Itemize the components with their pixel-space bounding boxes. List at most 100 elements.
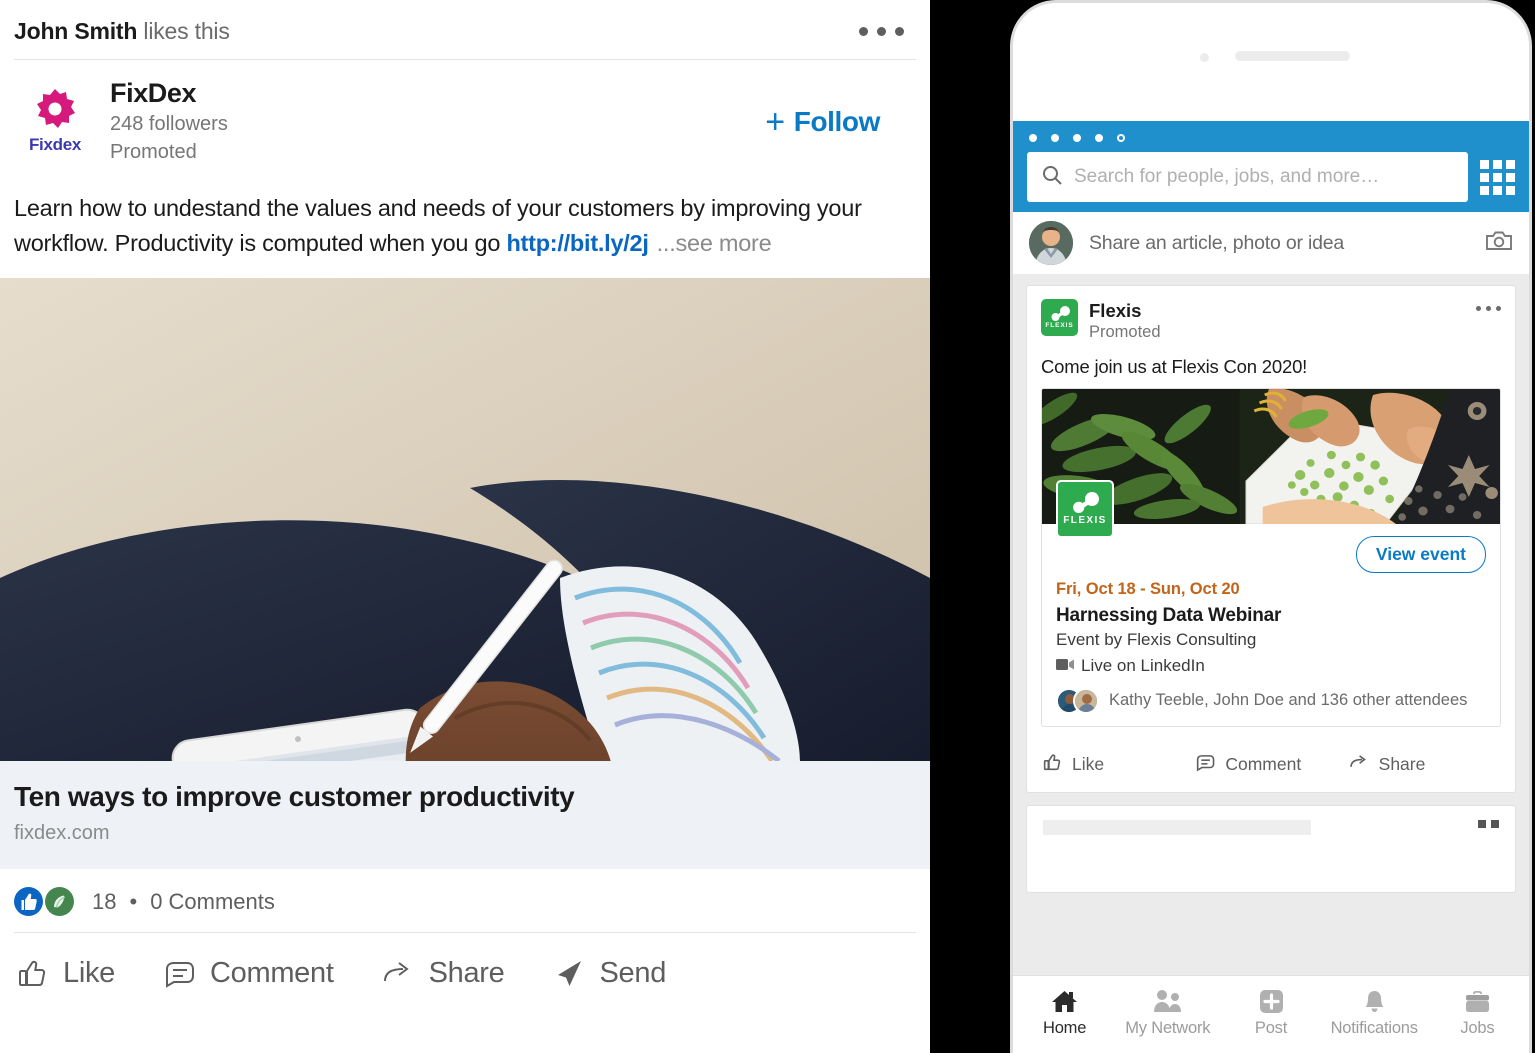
mobile-app-screen: Share an article, photo or idea <box>1013 121 1529 1053</box>
event-live-row: Live on LinkedIn <box>1056 656 1486 676</box>
comment-button[interactable]: Comment <box>161 955 334 991</box>
author-meta: FixDex 248 followers Promoted <box>110 78 765 167</box>
search-input[interactable] <box>1074 166 1454 188</box>
see-more-link[interactable]: ...see more <box>657 230 772 256</box>
link-preview-domain: fixdex.com <box>14 822 110 845</box>
tab-notifications[interactable]: Notifications <box>1323 989 1426 1038</box>
thumbs-up-icon <box>14 955 50 991</box>
kebab-menu-icon[interactable] <box>1476 299 1501 311</box>
phone-top-bezel <box>1013 3 1529 121</box>
reaction-count: 18 <box>92 888 117 914</box>
like-button[interactable]: Like <box>14 955 115 991</box>
share-box[interactable]: Share an article, photo or idea <box>1013 212 1529 274</box>
fixdex-logo: Fixdex <box>14 83 96 161</box>
placeholder-menu-icon[interactable] <box>1478 819 1499 828</box>
share-prompt: Share an article, photo or idea <box>1089 231 1345 254</box>
kebab-menu-icon[interactable] <box>859 27 912 36</box>
social-context-row: John Smith likes this <box>0 0 930 59</box>
mobile-post-header: FLEXIS Flexis Promoted <box>1027 286 1515 344</box>
thumbs-up-icon <box>1041 751 1063 778</box>
follow-button-label: Follow <box>793 106 881 138</box>
attendee-avatars <box>1056 687 1099 714</box>
view-event-button[interactable]: View event <box>1355 535 1486 573</box>
plus-icon: + <box>765 102 785 141</box>
carousel-dot-inactive <box>1117 134 1125 142</box>
people-icon <box>1153 989 1183 1014</box>
fixdex-logo-wordmark: Fixdex <box>28 135 82 155</box>
reactions-row: 18 • 0 Comments <box>0 869 930 932</box>
mobile-comment-button[interactable]: Comment <box>1194 751 1347 778</box>
mobile-comment-label: Comment <box>1225 753 1302 774</box>
thumbs-up-reaction-icon <box>14 887 43 917</box>
follow-button[interactable]: + Follow <box>765 102 912 141</box>
tab-home-label: Home <box>1042 1019 1087 1037</box>
clap-reaction-icon <box>45 887 74 917</box>
search-row <box>1027 152 1515 202</box>
speech-bubble-icon <box>1194 751 1216 778</box>
flexis-logo-wordmark: FLEXIS <box>1045 322 1074 329</box>
link-preview-title: Ten ways to improve customer productivit… <box>14 781 575 813</box>
event-attendees-row[interactable]: Kathy Teeble, John Doe and 136 other att… <box>1056 687 1486 714</box>
send-button[interactable]: Send <box>551 955 667 991</box>
likes-suffix: likes this <box>137 18 230 44</box>
plus-square-icon <box>1259 989 1284 1014</box>
tab-jobs-label: Jobs <box>1460 1018 1495 1037</box>
link-preview[interactable]: Ten ways to improve customer productivit… <box>0 761 930 870</box>
flexis-logo: FLEXIS <box>1041 299 1078 336</box>
mobile-post-author: Flexis Promoted <box>1089 299 1476 344</box>
video-camera-icon <box>1056 656 1074 676</box>
likes-actor-name[interactable]: John Smith <box>14 18 137 44</box>
mobile-post-actions: Like Comment Share <box>1041 737 1501 792</box>
search-box[interactable] <box>1027 152 1468 202</box>
app-header <box>1013 121 1529 212</box>
mobile-like-label: Like <box>1072 753 1105 774</box>
tab-post-label: Post <box>1254 1019 1288 1037</box>
event-preview-card[interactable]: FLEXIS View event Fri, Oct 18 - Sun, Oct… <box>1041 387 1501 727</box>
carousel-dots <box>1027 130 1515 152</box>
mobile-post-company[interactable]: Flexis <box>1089 299 1476 322</box>
tab-jobs[interactable]: Jobs <box>1426 990 1529 1038</box>
mobile-share-button[interactable]: Share <box>1348 751 1501 778</box>
like-button-label: Like <box>63 956 115 989</box>
event-live-label: Live on LinkedIn <box>1081 655 1205 675</box>
screenshot-stage: John Smith likes this Fixdex FixDex 248 … <box>0 0 1535 1053</box>
app-grid-icon[interactable] <box>1480 159 1515 195</box>
post-body-link[interactable]: http://bit.ly/2j <box>506 230 648 256</box>
send-button-label: Send <box>599 956 667 989</box>
gear-icon <box>27 83 83 137</box>
likes-context: John Smith likes this <box>14 18 230 45</box>
attendees-label: Kathy Teeble, John Doe and 136 other att… <box>1109 691 1468 710</box>
comment-count[interactable]: 0 Comments <box>150 889 275 915</box>
tab-post[interactable]: Post <box>1219 989 1322 1038</box>
carousel-dot <box>1073 134 1081 142</box>
avatar <box>1073 687 1099 714</box>
mobile-like-button[interactable]: Like <box>1041 751 1194 778</box>
comment-button-label: Comment <box>210 956 334 989</box>
author-name[interactable]: FixDex <box>110 78 765 110</box>
search-icon <box>1041 164 1063 191</box>
post-author-row: Fixdex FixDex 248 followers Promoted + F… <box>0 60 930 181</box>
share-button-label: Share <box>428 956 505 989</box>
mobile-post-text: Come join us at Flexis Con 2020! <box>1041 355 1308 377</box>
front-camera-icon <box>1200 53 1209 62</box>
reaction-separator: • <box>129 888 138 914</box>
mobile-post-promoted: Promoted <box>1089 323 1161 342</box>
share-arrow-icon <box>380 955 416 991</box>
earpiece-speaker <box>1235 51 1350 61</box>
post-body-text: Learn how to undestand the values and ne… <box>0 181 930 262</box>
author-promoted-label: Promoted <box>110 141 197 164</box>
tab-my-network[interactable]: My Network <box>1116 989 1219 1038</box>
briefcase-icon <box>1464 990 1491 1014</box>
camera-icon[interactable] <box>1485 229 1513 258</box>
user-avatar[interactable] <box>1029 221 1073 265</box>
tab-notifications-label: Notifications <box>1330 1019 1418 1037</box>
share-button[interactable]: Share <box>380 955 505 991</box>
tab-home[interactable]: Home <box>1013 989 1116 1038</box>
placeholder-post-card[interactable] <box>1026 804 1516 893</box>
post-hero-image[interactable]: Item 3 Item 1 Item 2 Item 3 Item 4 Item … <box>0 278 930 762</box>
carousel-dot <box>1051 134 1059 142</box>
desktop-feed-post: John Smith likes this Fixdex FixDex 248 … <box>0 0 930 1053</box>
event-organizer: Event by Flexis Consulting <box>1056 629 1257 649</box>
event-title: Harnessing Data Webinar <box>1056 604 1282 626</box>
tab-my-network-label: My Network <box>1125 1019 1211 1037</box>
